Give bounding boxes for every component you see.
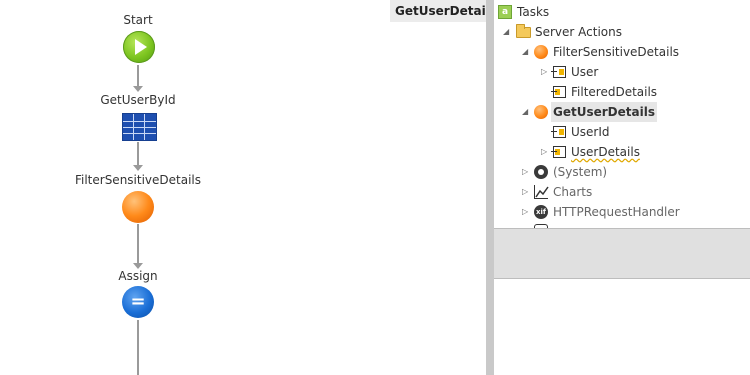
connector-line bbox=[137, 65, 139, 87]
collapsed-arrow-icon[interactable]: ▷ bbox=[541, 68, 549, 76]
tree-item-filtereddetails[interactable]: FilteredDetails bbox=[494, 82, 750, 102]
tree-item-label: FilteredDetails bbox=[571, 85, 658, 99]
server-action-icon bbox=[534, 105, 548, 119]
tree-item-label: Tasks bbox=[517, 5, 550, 19]
flow-canvas[interactable]: Start GetUserById FilterSensitiveDetails… bbox=[0, 0, 486, 375]
connector-arrow-icon bbox=[133, 165, 143, 171]
tree-item-label: Charts bbox=[553, 185, 593, 199]
elements-tree[interactable]: a Tasks ◢ Server Actions ◢ FilterSensiti… bbox=[494, 0, 750, 229]
tree-item-filtersensitivedetails[interactable]: ◢ FilterSensitiveDetails bbox=[494, 42, 750, 62]
tree-item-label: HTTPRequestHandler bbox=[553, 205, 680, 219]
expanded-arrow-icon[interactable]: ◢ bbox=[522, 108, 530, 116]
tree-item-charts[interactable]: ▷ Charts bbox=[494, 182, 750, 202]
tree-item-server-actions[interactable]: ◢ Server Actions bbox=[494, 22, 750, 42]
connector-line bbox=[137, 142, 139, 166]
editor-tab-title[interactable]: GetUserDetails bbox=[390, 0, 497, 22]
output-parameter-icon bbox=[551, 146, 566, 158]
tree-item-label: Server Actions bbox=[535, 25, 622, 39]
xif-module-icon: xif bbox=[534, 205, 548, 219]
tree-item-system[interactable]: ▷ (System) bbox=[494, 162, 750, 182]
flow-node-label-server-action: FilterSensitiveDetails bbox=[74, 173, 202, 187]
tree-item-label: FilterSensitiveDetails bbox=[553, 45, 680, 59]
connector-line bbox=[137, 320, 139, 375]
expanded-arrow-icon[interactable]: ◢ bbox=[522, 48, 530, 56]
properties-panel bbox=[494, 279, 750, 375]
connector-line bbox=[137, 224, 139, 264]
tree-item-label: UserId bbox=[571, 125, 610, 139]
tree-item-httprequesthandler[interactable]: ▷ xif HTTPRequestHandler bbox=[494, 202, 750, 222]
folder-icon bbox=[516, 24, 531, 38]
tree-item-userdetails[interactable]: ▷ UserDetails bbox=[494, 142, 750, 162]
tree-item-user[interactable]: ▷ User bbox=[494, 62, 750, 82]
properties-panel-header bbox=[494, 229, 750, 279]
tree-item-userid[interactable]: UserId bbox=[494, 122, 750, 142]
system-module-icon bbox=[534, 165, 548, 179]
connector-arrow-icon bbox=[133, 86, 143, 92]
tree-item-tasks[interactable]: a Tasks bbox=[494, 2, 750, 22]
output-parameter-icon bbox=[551, 86, 566, 98]
expanded-arrow-icon[interactable]: ◢ bbox=[503, 28, 511, 36]
tree-item-label-warning: UserDetails bbox=[571, 145, 640, 159]
collapsed-arrow-icon[interactable]: ▷ bbox=[522, 188, 530, 196]
partial-next-tree-item-icon bbox=[534, 224, 548, 228]
collapsed-arrow-icon[interactable]: ▷ bbox=[541, 148, 549, 156]
collapsed-arrow-icon[interactable]: ▷ bbox=[522, 168, 530, 176]
charts-module-icon bbox=[534, 185, 549, 199]
collapsed-arrow-icon[interactable]: ▷ bbox=[522, 208, 530, 216]
tree-item-label-selected: GetUserDetails bbox=[551, 102, 657, 122]
flow-node-label-aggregate: GetUserById bbox=[100, 93, 176, 107]
panel-splitter[interactable] bbox=[486, 0, 494, 375]
server-action-icon bbox=[534, 45, 548, 59]
tasks-icon: a bbox=[498, 5, 512, 19]
tree-item-label: User bbox=[571, 65, 599, 79]
input-parameter-icon bbox=[551, 66, 566, 78]
input-parameter-icon bbox=[551, 126, 566, 138]
tree-item-getuserdetails[interactable]: ◢ GetUserDetails bbox=[494, 102, 750, 122]
flow-node-label-start: Start bbox=[123, 13, 153, 27]
aggregate-table-icon[interactable] bbox=[122, 113, 157, 141]
assign-node-icon[interactable]: = bbox=[122, 286, 154, 318]
flow-node-label-assign: Assign bbox=[118, 269, 158, 283]
tree-item-label: (System) bbox=[553, 165, 608, 179]
start-node-play-icon[interactable] bbox=[123, 31, 155, 63]
server-action-node-icon[interactable] bbox=[122, 191, 154, 223]
